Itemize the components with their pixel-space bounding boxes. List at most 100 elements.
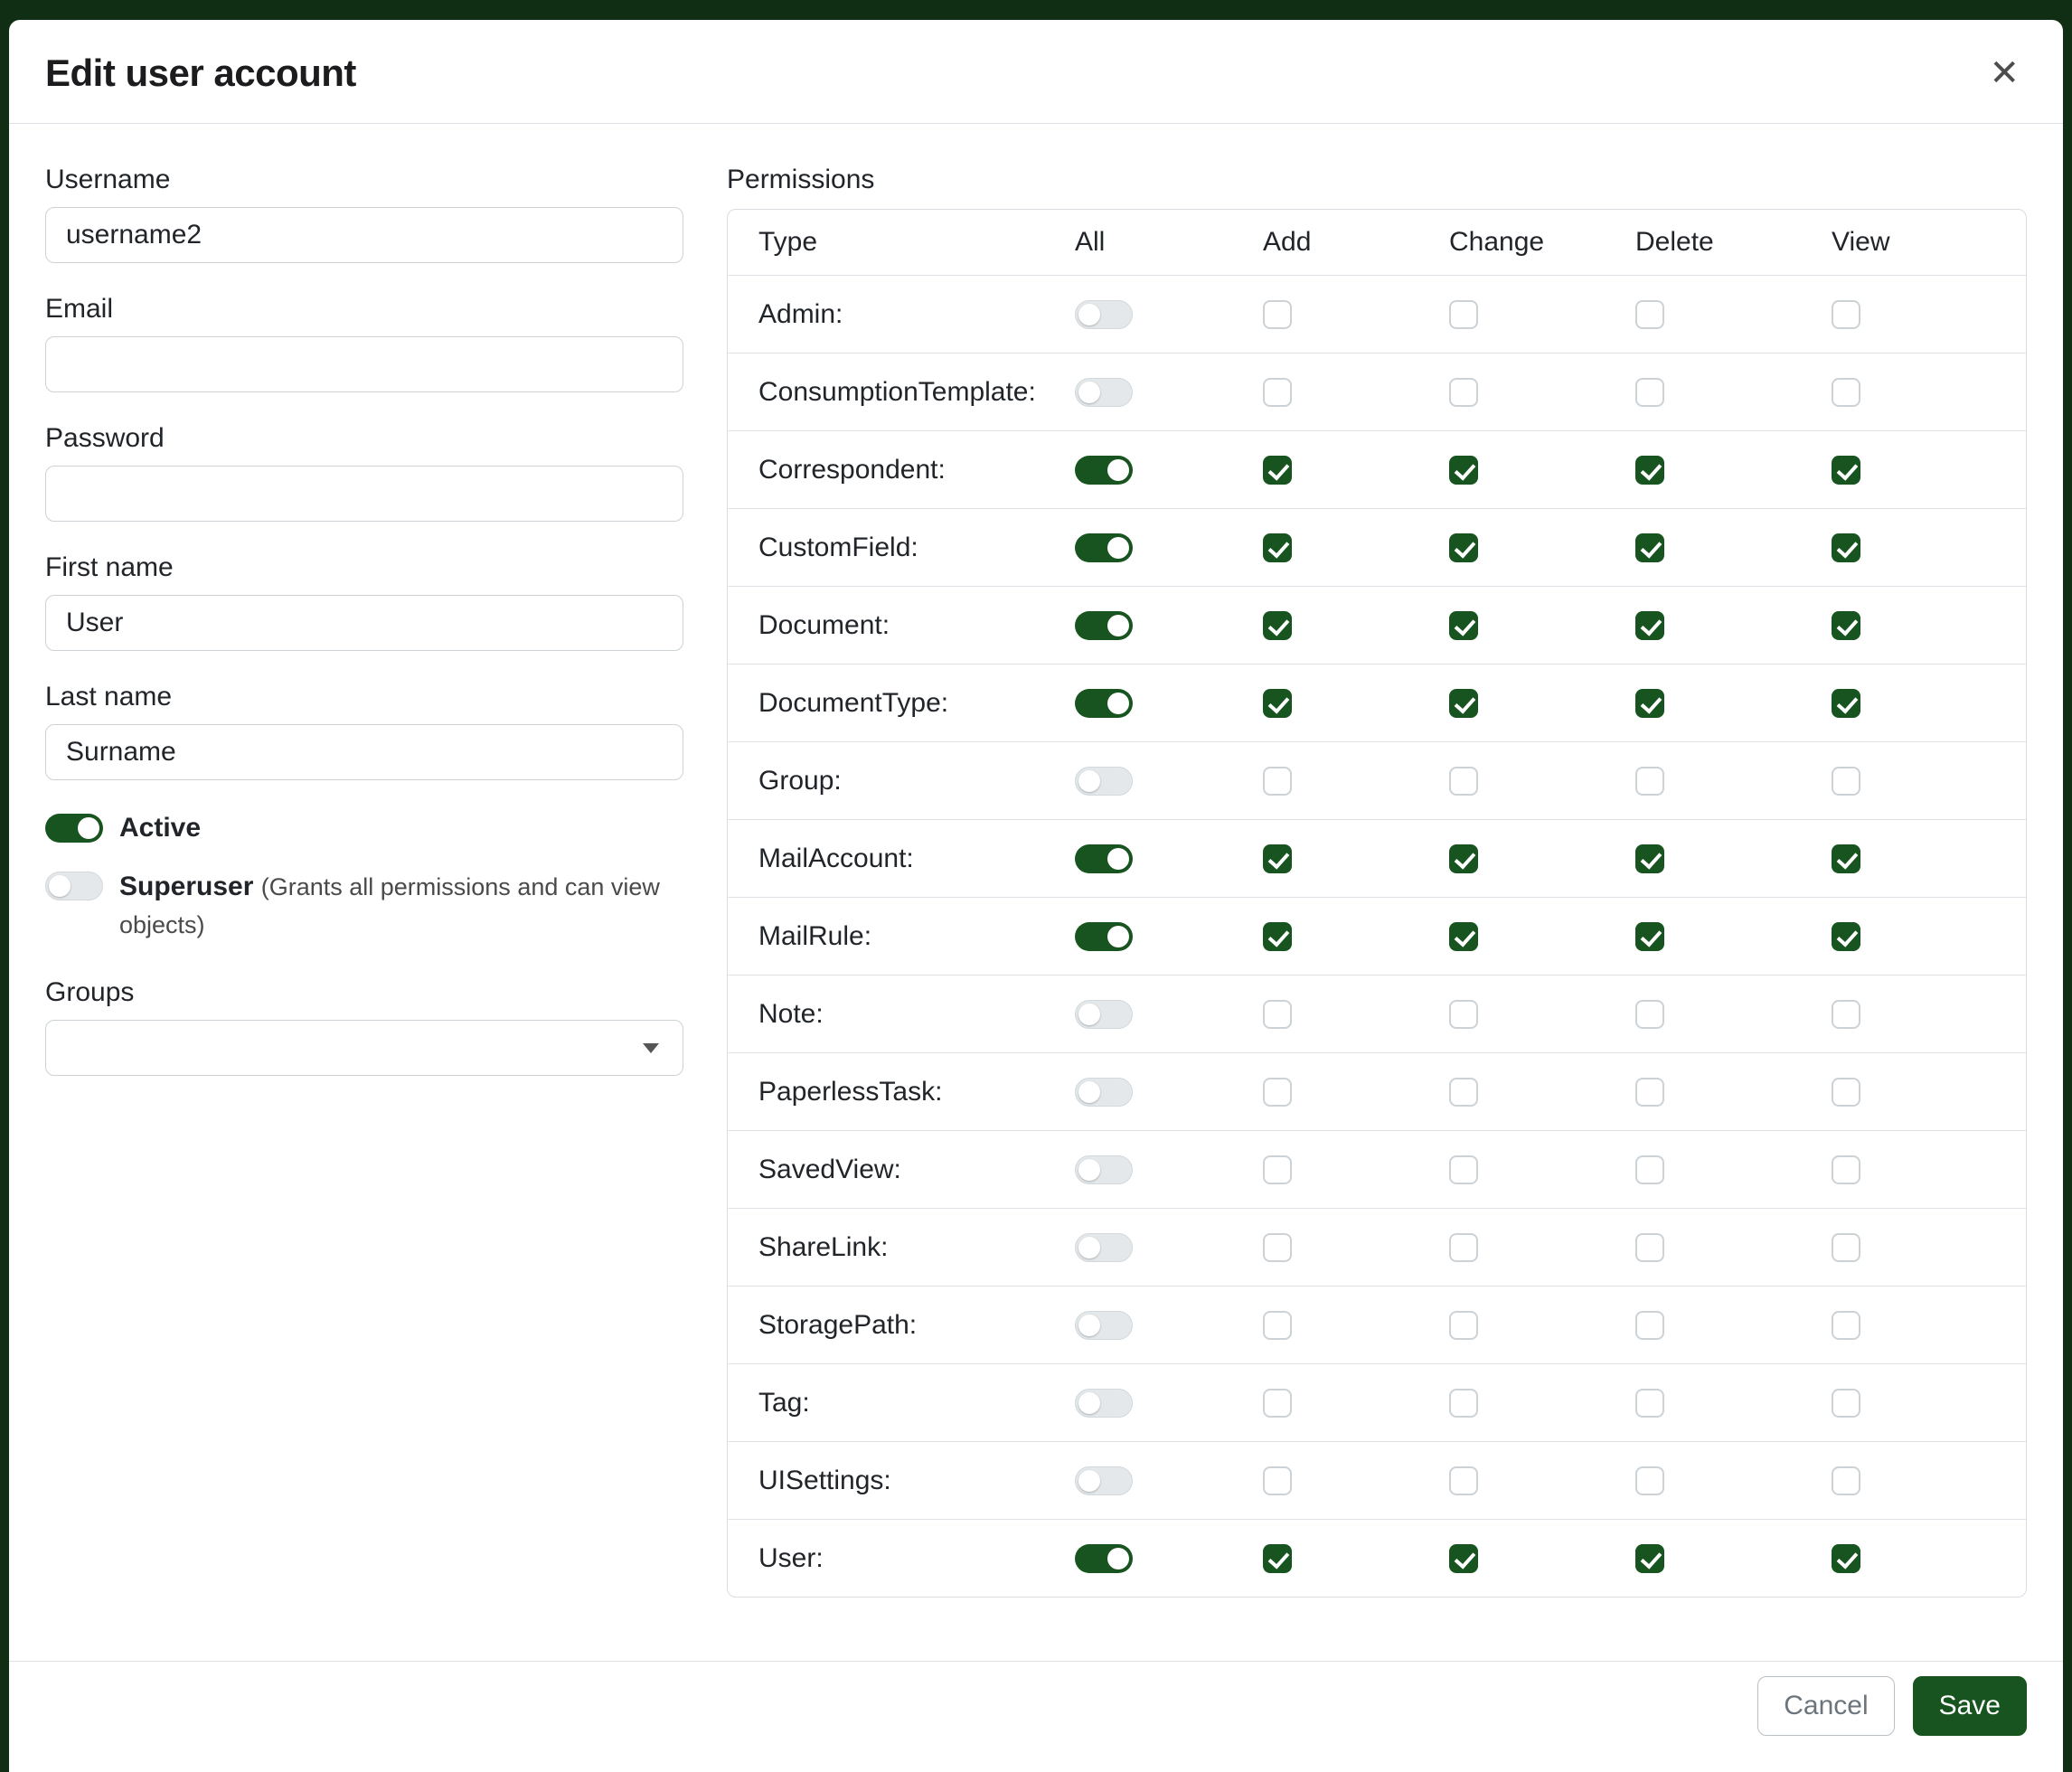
view-checkbox[interactable] (1832, 1233, 1860, 1262)
cancel-button[interactable]: Cancel (1757, 1676, 1894, 1736)
change-cell (1449, 378, 1635, 407)
delete-checkbox[interactable] (1635, 1544, 1664, 1573)
all-toggle[interactable] (1075, 1000, 1133, 1029)
all-toggle[interactable] (1075, 767, 1133, 796)
delete-checkbox[interactable] (1635, 1466, 1664, 1495)
view-cell (1832, 300, 2026, 329)
all-toggle[interactable] (1075, 1544, 1133, 1573)
delete-checkbox[interactable] (1635, 844, 1664, 873)
add-checkbox[interactable] (1263, 844, 1292, 873)
change-checkbox[interactable] (1449, 378, 1478, 407)
all-toggle[interactable] (1075, 456, 1133, 485)
active-toggle[interactable] (45, 814, 103, 843)
delete-checkbox[interactable] (1635, 1311, 1664, 1340)
change-checkbox[interactable] (1449, 844, 1478, 873)
add-checkbox[interactable] (1263, 611, 1292, 640)
delete-checkbox[interactable] (1635, 300, 1664, 329)
change-checkbox[interactable] (1449, 1389, 1478, 1418)
view-checkbox[interactable] (1832, 611, 1860, 640)
change-cell (1449, 767, 1635, 796)
view-checkbox[interactable] (1832, 378, 1860, 407)
delete-checkbox[interactable] (1635, 611, 1664, 640)
view-checkbox[interactable] (1832, 1311, 1860, 1340)
change-checkbox[interactable] (1449, 1311, 1478, 1340)
delete-checkbox[interactable] (1635, 689, 1664, 718)
add-checkbox[interactable] (1263, 1000, 1292, 1029)
view-checkbox[interactable] (1832, 844, 1860, 873)
view-checkbox[interactable] (1832, 1000, 1860, 1029)
change-checkbox[interactable] (1449, 1544, 1478, 1573)
close-icon[interactable]: ✕ (1985, 51, 2023, 96)
all-toggle[interactable] (1075, 300, 1133, 329)
delete-checkbox[interactable] (1635, 1078, 1664, 1107)
add-checkbox[interactable] (1263, 1466, 1292, 1495)
view-checkbox[interactable] (1832, 1078, 1860, 1107)
change-checkbox[interactable] (1449, 1233, 1478, 1262)
delete-checkbox[interactable] (1635, 767, 1664, 796)
view-checkbox[interactable] (1832, 300, 1860, 329)
all-toggle[interactable] (1075, 1466, 1133, 1495)
view-checkbox[interactable] (1832, 456, 1860, 485)
change-checkbox[interactable] (1449, 1155, 1478, 1184)
add-checkbox[interactable] (1263, 1544, 1292, 1573)
add-checkbox[interactable] (1263, 533, 1292, 562)
add-checkbox[interactable] (1263, 689, 1292, 718)
view-checkbox[interactable] (1832, 533, 1860, 562)
all-toggle[interactable] (1075, 1233, 1133, 1262)
all-toggle[interactable] (1075, 1078, 1133, 1107)
view-checkbox[interactable] (1832, 1544, 1860, 1573)
add-checkbox[interactable] (1263, 922, 1292, 951)
superuser-toggle[interactable] (45, 872, 103, 900)
change-cell (1449, 1078, 1635, 1107)
last-name-input[interactable] (45, 724, 683, 780)
all-toggle[interactable] (1075, 922, 1133, 951)
all-toggle[interactable] (1075, 844, 1133, 873)
change-checkbox[interactable] (1449, 689, 1478, 718)
view-checkbox[interactable] (1832, 1389, 1860, 1418)
view-checkbox[interactable] (1832, 767, 1860, 796)
change-checkbox[interactable] (1449, 767, 1478, 796)
all-toggle[interactable] (1075, 689, 1133, 718)
change-checkbox[interactable] (1449, 611, 1478, 640)
delete-checkbox[interactable] (1635, 456, 1664, 485)
all-toggle[interactable] (1075, 533, 1133, 562)
all-toggle[interactable] (1075, 1311, 1133, 1340)
delete-checkbox[interactable] (1635, 1389, 1664, 1418)
all-toggle[interactable] (1075, 1389, 1133, 1418)
password-input[interactable] (45, 466, 683, 522)
username-input[interactable] (45, 207, 683, 263)
first-name-input[interactable] (45, 595, 683, 651)
all-toggle[interactable] (1075, 378, 1133, 407)
delete-checkbox[interactable] (1635, 1000, 1664, 1029)
add-checkbox[interactable] (1263, 1311, 1292, 1340)
add-checkbox[interactable] (1263, 1233, 1292, 1262)
delete-checkbox[interactable] (1635, 1233, 1664, 1262)
add-checkbox[interactable] (1263, 1389, 1292, 1418)
delete-checkbox[interactable] (1635, 378, 1664, 407)
change-checkbox[interactable] (1449, 456, 1478, 485)
view-checkbox[interactable] (1832, 922, 1860, 951)
add-checkbox[interactable] (1263, 1155, 1292, 1184)
change-checkbox[interactable] (1449, 1078, 1478, 1107)
change-checkbox[interactable] (1449, 1466, 1478, 1495)
add-checkbox[interactable] (1263, 456, 1292, 485)
delete-checkbox[interactable] (1635, 922, 1664, 951)
delete-checkbox[interactable] (1635, 1155, 1664, 1184)
change-checkbox[interactable] (1449, 300, 1478, 329)
change-checkbox[interactable] (1449, 1000, 1478, 1029)
add-checkbox[interactable] (1263, 378, 1292, 407)
groups-select[interactable] (45, 1020, 683, 1076)
view-checkbox[interactable] (1832, 1466, 1860, 1495)
change-checkbox[interactable] (1449, 533, 1478, 562)
change-checkbox[interactable] (1449, 922, 1478, 951)
add-checkbox[interactable] (1263, 1078, 1292, 1107)
add-checkbox[interactable] (1263, 767, 1292, 796)
add-checkbox[interactable] (1263, 300, 1292, 329)
all-toggle[interactable] (1075, 611, 1133, 640)
view-checkbox[interactable] (1832, 689, 1860, 718)
email-input[interactable] (45, 336, 683, 392)
all-toggle[interactable] (1075, 1155, 1133, 1184)
view-checkbox[interactable] (1832, 1155, 1860, 1184)
save-button[interactable]: Save (1913, 1676, 2027, 1736)
delete-checkbox[interactable] (1635, 533, 1664, 562)
